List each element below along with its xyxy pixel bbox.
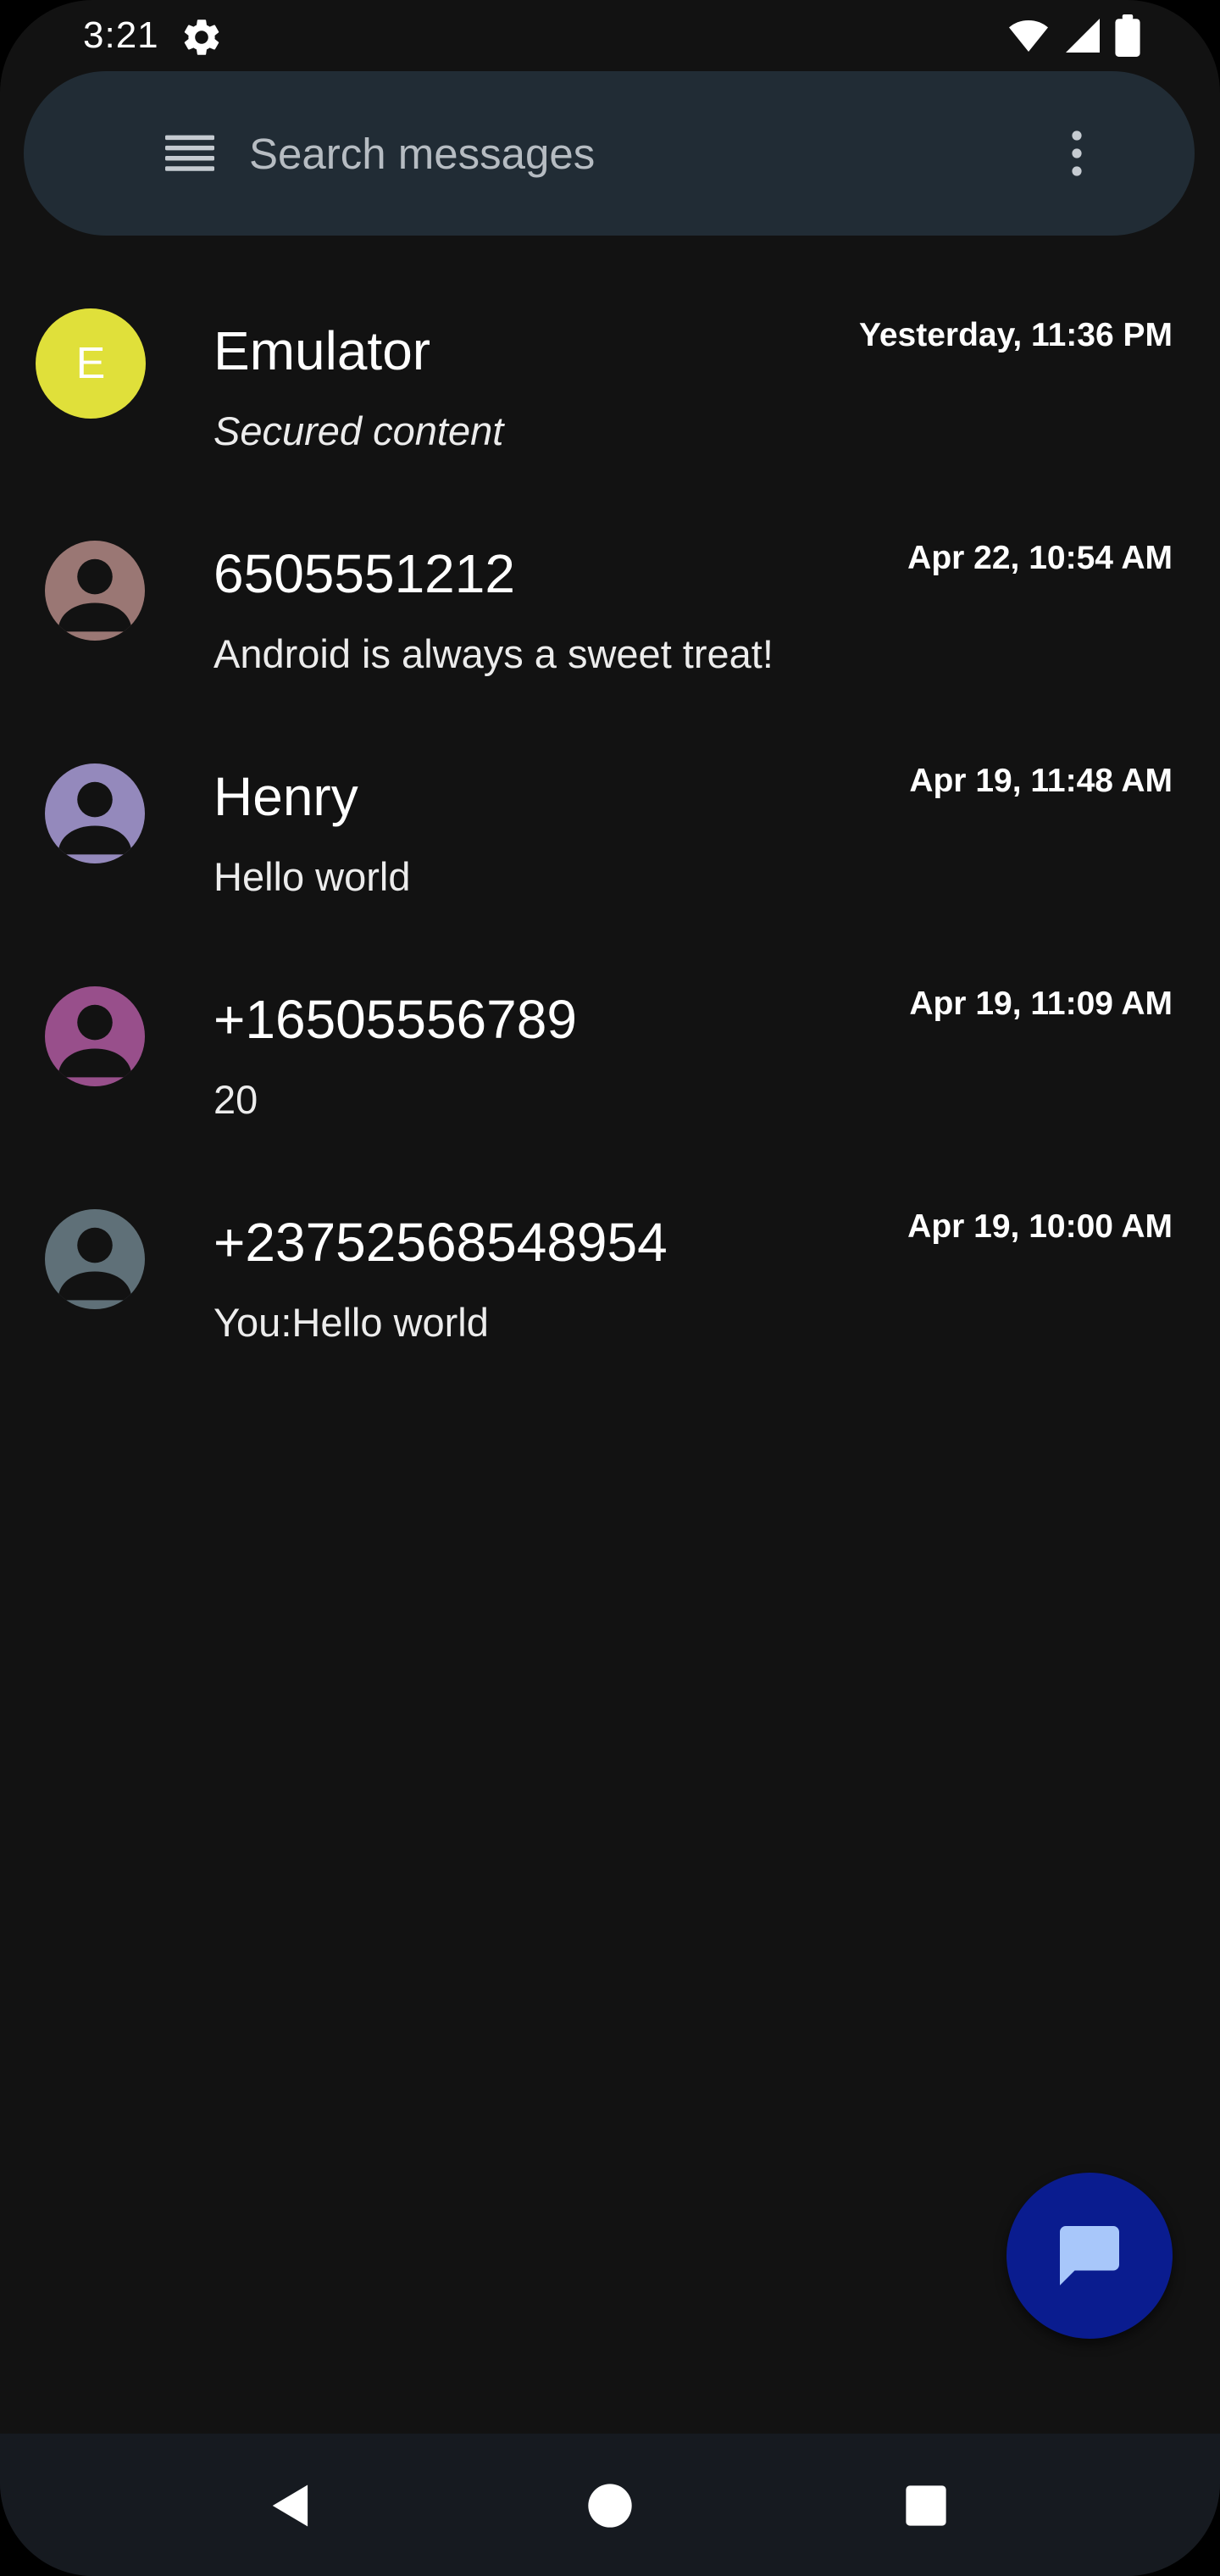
conversation-name: +23752568548954 — [214, 1212, 668, 1273]
recents-icon[interactable] — [879, 2459, 973, 2552]
wifi-icon — [1006, 15, 1051, 60]
conversation-name: +16505556789 — [214, 989, 577, 1050]
messages-screen: 3:21 Search messages E Emulator Yesterda… — [0, 0, 1220, 2576]
conversation-list: E Emulator Yesterday, 11:36 PM Secured c… — [0, 271, 1220, 1385]
avatar — [45, 986, 145, 1086]
battery-icon — [1115, 14, 1140, 61]
conversation-time: Apr 19, 11:09 AM — [909, 985, 1173, 1022]
conversation-snippet: You:Hello world — [214, 1300, 489, 1345]
avatar — [45, 763, 145, 863]
conversation-name: Henry — [214, 766, 358, 827]
more-vert-icon[interactable] — [1040, 115, 1113, 192]
avatar: E — [36, 308, 146, 419]
conversation-snippet: 20 — [214, 1077, 258, 1122]
search-bar[interactable] — [24, 71, 1195, 236]
conversation-item[interactable]: 6505551212 Apr 22, 10:54 AM Android is a… — [0, 494, 1220, 717]
conversation-snippet: Android is always a sweet treat! — [214, 631, 774, 676]
start-chat-button[interactable] — [1006, 2173, 1173, 2339]
status-icons — [1006, 14, 1140, 61]
conversation-item[interactable]: E Emulator Yesterday, 11:36 PM Secured c… — [0, 271, 1220, 494]
person-icon — [58, 1227, 132, 1301]
person-icon — [58, 1004, 132, 1078]
conversation-item[interactable]: +23752568548954 Apr 19, 10:00 AM You:Hel… — [0, 1163, 1220, 1385]
conversation-name: Emulator — [214, 320, 431, 381]
settings-gear-icon — [180, 15, 224, 59]
status-time: 3:21 — [83, 14, 159, 56]
conversation-time: Apr 19, 10:00 AM — [907, 1208, 1173, 1245]
status-bar: 3:21 — [0, 0, 1220, 71]
chat-bubble-icon — [1060, 2226, 1119, 2285]
conversation-item[interactable]: Henry Apr 19, 11:48 AM Hello world — [0, 717, 1220, 940]
hamburger-menu-icon[interactable] — [158, 128, 222, 179]
home-icon[interactable] — [563, 2459, 657, 2552]
avatar — [45, 541, 145, 641]
avatar-letter: E — [75, 339, 106, 388]
cell-signal-icon — [1062, 15, 1103, 60]
person-icon — [58, 781, 132, 855]
person-icon — [58, 558, 132, 632]
conversation-time: Apr 19, 11:48 AM — [909, 763, 1173, 799]
conversation-snippet: Hello world — [214, 854, 411, 899]
conversation-name: 6505551212 — [214, 543, 515, 604]
conversation-snippet: Secured content — [214, 408, 504, 453]
conversation-item[interactable]: +16505556789 Apr 19, 11:09 AM 20 — [0, 940, 1220, 1163]
conversation-time: Apr 22, 10:54 AM — [907, 540, 1173, 576]
navigation-bar — [0, 2434, 1220, 2576]
conversation-time: Yesterday, 11:36 PM — [858, 317, 1173, 353]
avatar — [45, 1209, 145, 1309]
back-icon[interactable] — [246, 2459, 339, 2552]
search-input[interactable] — [249, 121, 1012, 186]
